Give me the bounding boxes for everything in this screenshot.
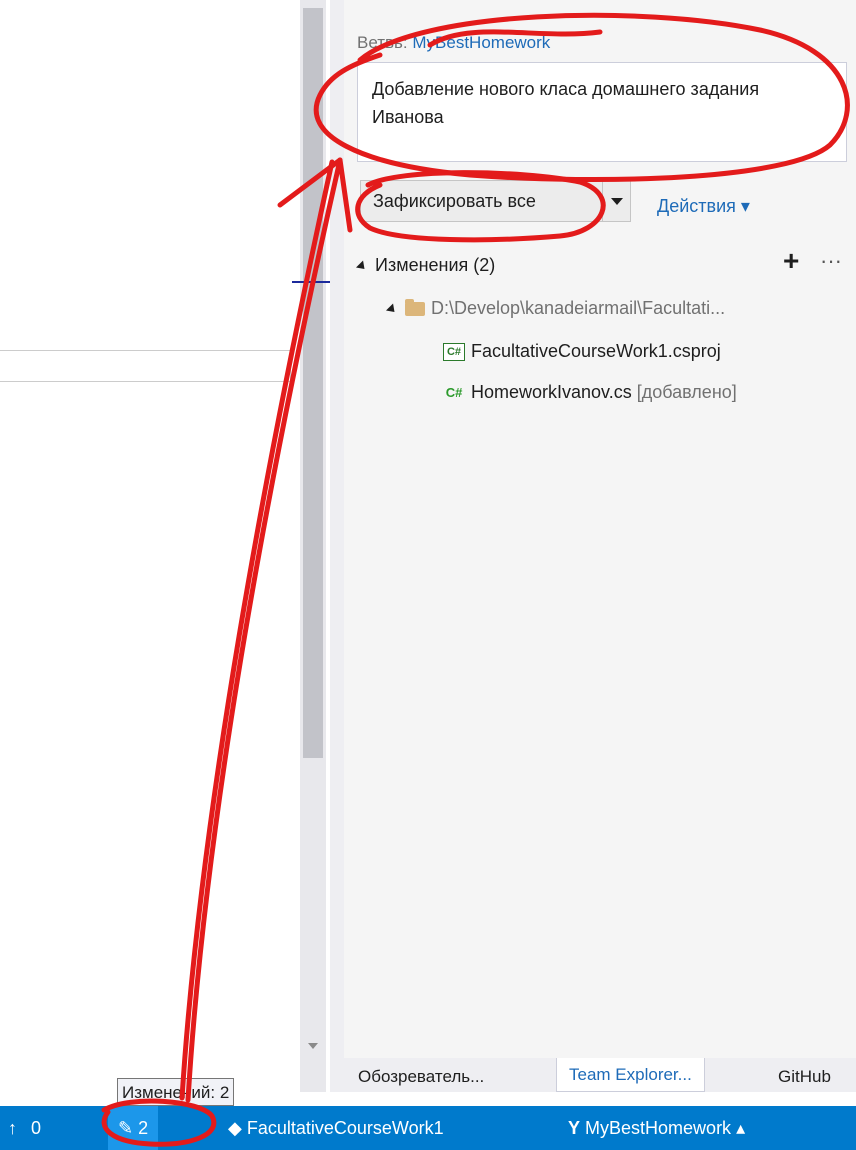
status-bar: ↑ 0 ✎ 2 ◆ FacultativeCourseWork1 Y MyBest… — [0, 1106, 856, 1150]
csharp-project-icon: C# — [443, 343, 465, 362]
repository-icon: ◆ — [228, 1118, 242, 1138]
more-options-button[interactable]: ··· — [820, 246, 842, 276]
repository-button[interactable]: ◆ FacultativeCourseWork1 — [228, 1106, 444, 1150]
file-list-item[interactable]: C# FacultativeCourseWork1.csproj — [443, 341, 721, 362]
commit-all-button[interactable]: Зафиксировать все — [360, 180, 603, 222]
branch-icon: Y — [568, 1118, 581, 1138]
editor-line-box[interactable] — [0, 350, 291, 382]
expand-triangle-icon[interactable] — [355, 260, 369, 273]
changes-count: 2 — [138, 1118, 149, 1138]
tab-github[interactable]: GitHub — [766, 1062, 843, 1092]
tab-team-explorer[interactable]: Team Explorer... — [556, 1058, 705, 1092]
branch-label: Ветвь: — [357, 33, 408, 52]
pencil-icon: ✎ — [118, 1118, 134, 1138]
scrollbar-thumb[interactable] — [303, 8, 323, 758]
file-name: HomeworkIvanov.cs — [471, 382, 632, 402]
changes-tooltip: Изменений: 2 — [117, 1078, 235, 1106]
unpushed-count: 0 — [31, 1118, 42, 1138]
changes-header-label: Изменения (2) — [375, 255, 496, 275]
branch-link[interactable]: MyBestHomework — [412, 33, 550, 52]
csharp-file-icon: C# — [445, 385, 463, 401]
file-status: [добавлено] — [636, 382, 737, 402]
tab-solution-explorer[interactable]: Обозреватель... — [346, 1062, 496, 1092]
expand-triangle-icon[interactable] — [385, 303, 399, 316]
branch-button[interactable]: Y MyBestHomework ▴ — [568, 1106, 745, 1150]
commit-message-input[interactable]: Добавление нового класа домашнего задани… — [357, 62, 847, 162]
pending-changes-button[interactable]: ✎ 2 — [108, 1106, 159, 1150]
arrow-up-icon: ↑ — [8, 1118, 17, 1138]
folder-tree-item[interactable]: D:\Develop\kanadeiarmail\Facultati... — [385, 298, 726, 319]
scroll-down-arrow-icon[interactable] — [303, 1038, 323, 1054]
branch-name: MyBestHomework ▴ — [585, 1118, 746, 1138]
chevron-down-icon — [611, 198, 623, 205]
unpushed-commits-button[interactable]: ↑ 0 — [8, 1106, 41, 1150]
changes-section-header[interactable]: Изменения (2) — [355, 255, 496, 276]
file-list-item[interactable]: C# HomeworkIvanov.cs [добавлено] — [443, 382, 737, 403]
editor-area — [0, 0, 300, 1092]
stage-all-plus-button[interactable]: + — [783, 246, 799, 276]
actions-menu-link[interactable]: Действия ▾ — [657, 196, 750, 217]
file-name: FacultativeCourseWork1.csproj — [471, 341, 721, 361]
repository-name: FacultativeCourseWork1 — [246, 1118, 444, 1138]
folder-path: D:\Develop\kanadeiarmail\Facultati... — [431, 298, 726, 318]
branch-line: Ветвь: MyBestHomework — [357, 33, 550, 53]
folder-icon — [405, 299, 425, 317]
panel-splitter[interactable] — [330, 0, 344, 1092]
